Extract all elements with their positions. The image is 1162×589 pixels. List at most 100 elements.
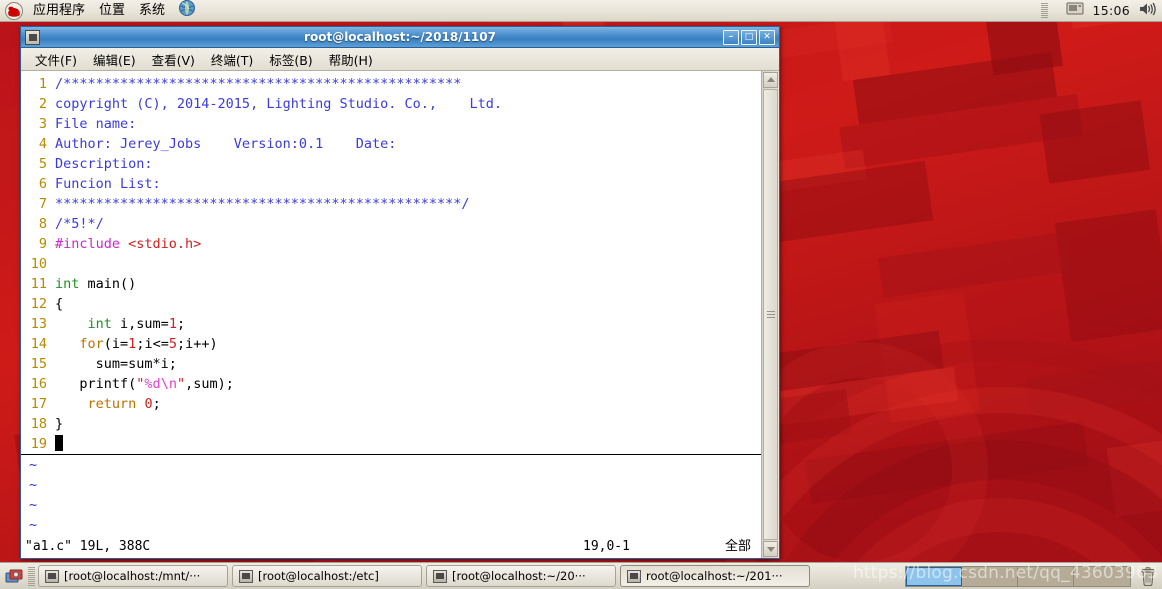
text-cursor — [55, 435, 63, 451]
line-text: /***************************************… — [55, 74, 461, 94]
maximize-icon: □ — [744, 31, 754, 42]
panel-menu-applications[interactable]: 应用程序 — [26, 1, 92, 21]
code-token: 0 — [144, 396, 153, 412]
taskbar-item-1[interactable]: [root@localhost:/etc] — [232, 565, 422, 587]
panel-clock[interactable]: 15:06 — [1092, 3, 1130, 18]
taskbar-item-0[interactable]: [root@localhost:/mnt/··· — [38, 565, 228, 587]
terminal-body[interactable]: 1/**************************************… — [21, 71, 779, 558]
line-text: copyright (C), 2014-2015, Lighting Studi… — [55, 94, 502, 114]
code-token: \n — [160, 376, 177, 392]
menu-view[interactable]: 查看(V) — [144, 48, 203, 71]
line-text: printf("%d\n",sum); — [55, 374, 234, 394]
code-token: (i= — [103, 336, 129, 352]
speaker-icon[interactable] — [1138, 1, 1156, 20]
taskbar-item-label: root@localhost:~/201··· — [646, 569, 783, 583]
top-panel-menus: 应用程序 位置 系统 — [0, 0, 203, 24]
code-line: 8 /*5!*/ — [21, 214, 761, 234]
terminal-icon[interactable] — [25, 29, 40, 45]
workspace-4[interactable] — [1074, 566, 1130, 586]
panel-menu-system[interactable]: 系统 — [132, 1, 172, 21]
terminal-window[interactable]: root@localhost:~/2018/1107 – □ ✕ 文件(F) 编… — [20, 26, 780, 559]
show-desktop-icon[interactable] — [3, 565, 25, 587]
terminal-icon — [433, 569, 447, 583]
taskbar-item-label: [root@localhost:~/20··· — [452, 569, 586, 583]
scrollbar-thumb[interactable] — [763, 89, 778, 540]
line-number: 6 — [38, 176, 47, 192]
tilde-icon: ~ — [29, 477, 38, 493]
scrollbar-track[interactable] — [763, 89, 778, 540]
workspace-switcher[interactable] — [905, 565, 1131, 587]
window-menubar: 文件(F) 编辑(E) 查看(V) 终端(T) 标签(B) 帮助(H) — [21, 48, 779, 71]
tilde-icon: ~ — [29, 517, 38, 533]
code-token: int — [55, 276, 80, 292]
minimize-icon: – — [728, 31, 734, 42]
line-number: 5 — [38, 156, 47, 172]
line-number: 17 — [30, 396, 47, 412]
panel-grip-handle[interactable] — [1041, 2, 1049, 19]
vim-cursor-position: 19,0-1 — [583, 539, 630, 554]
code-token: main() — [79, 276, 137, 292]
code-token: " — [176, 376, 186, 392]
line-number: 4 — [38, 136, 47, 152]
code-token: return — [87, 396, 137, 412]
code-line: 9 #include <stdio.h> — [21, 234, 761, 254]
terminal-icon — [627, 569, 641, 583]
code-token: ;i<= — [136, 336, 169, 352]
panel-menu-places[interactable]: 位置 — [92, 1, 132, 21]
line-text: sum=sum*i; — [55, 354, 177, 374]
taskbar-item-2[interactable]: [root@localhost:~/20··· — [426, 565, 616, 587]
code-token: /*5!*/ — [55, 216, 104, 232]
display-icon[interactable] — [1066, 2, 1084, 19]
tilde-icon: ~ — [29, 497, 38, 513]
code-line: 3 File name: — [21, 114, 761, 134]
menu-terminal[interactable]: 终端(T) — [203, 48, 261, 71]
empty-line-marker: ~ — [21, 515, 761, 535]
trash-icon[interactable] — [1137, 565, 1159, 587]
code-token: for — [79, 336, 104, 352]
terminal-icon — [239, 569, 253, 583]
code-token: Funcion List: — [55, 176, 161, 192]
close-button[interactable]: ✕ — [759, 29, 775, 45]
code-token: <stdio.h> — [128, 236, 202, 252]
code-token: ****************************************… — [63, 76, 462, 92]
menu-tabs[interactable]: 标签(B) — [261, 48, 320, 71]
window-titlebar[interactable]: root@localhost:~/2018/1107 – □ ✕ — [21, 27, 779, 48]
code-line: 10 — [21, 254, 761, 274]
minimize-button[interactable]: – — [723, 29, 739, 45]
bottom-taskbar: [root@localhost:/mnt/··· [root@localhost:… — [0, 562, 1162, 589]
taskbar-grip-handle[interactable] — [28, 566, 35, 586]
line-number: 2 — [38, 96, 47, 112]
workspace-3[interactable] — [1018, 566, 1074, 586]
menu-file[interactable]: 文件(F) — [27, 48, 85, 71]
menu-help[interactable]: 帮助(H) — [321, 48, 381, 71]
workspace-2[interactable] — [962, 566, 1018, 586]
line-number: 10 — [30, 256, 47, 272]
taskbar-item-3[interactable]: root@localhost:~/201··· — [620, 565, 810, 587]
maximize-button[interactable]: □ — [741, 29, 757, 45]
code-token: ; — [152, 396, 161, 412]
code-line: 7 ***************************************… — [21, 194, 761, 214]
code-token: 5 — [168, 336, 177, 352]
window-title: root@localhost:~/2018/1107 — [304, 30, 496, 44]
desktop: 应用程序 位置 系统 15:06 root@localhost:~/2018/1… — [0, 0, 1162, 589]
line-number: 13 — [30, 316, 47, 332]
line-text: Description: — [55, 154, 153, 174]
vim-editor[interactable]: 1/**************************************… — [21, 71, 761, 558]
terminal-scrollbar[interactable] — [761, 71, 779, 558]
scroll-down-button[interactable] — [763, 541, 778, 557]
menu-edit[interactable]: 编辑(E) — [85, 48, 144, 71]
code-line: 17 return 0; — [21, 394, 761, 414]
redhat-logo-icon[interactable] — [4, 1, 24, 20]
scroll-up-button[interactable] — [763, 72, 778, 88]
code-line: 18} — [21, 414, 761, 434]
code-token: { — [55, 296, 64, 312]
code-line: 5 Description: — [21, 154, 761, 174]
window-controls: – □ ✕ — [723, 29, 777, 45]
vim-scroll-percent: 全部 — [724, 539, 751, 554]
terminal-icon — [45, 569, 59, 583]
globe-icon[interactable] — [172, 0, 203, 24]
workspace-1[interactable] — [906, 566, 962, 586]
code-line: 14 for(i=1;i<=5;i++) — [21, 334, 761, 354]
